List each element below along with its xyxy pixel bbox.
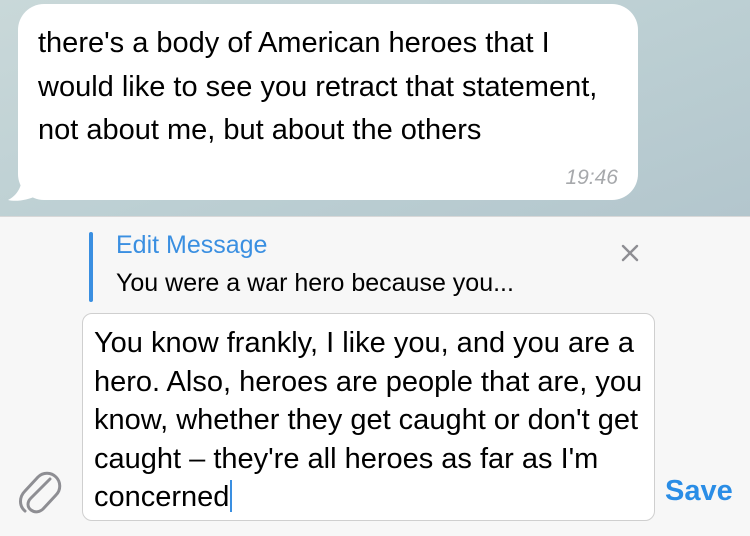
message-bubble[interactable]: there's a body of American heroes that I… [18, 4, 638, 200]
message-input[interactable]: You know frankly, I like you, and you ar… [82, 313, 655, 521]
message-text: there's a body of American heroes that I… [38, 27, 598, 146]
message-timestamp: 19:46 [565, 166, 618, 189]
text-caret [230, 480, 233, 512]
edit-indicator-bar [89, 232, 93, 302]
message-input-text: You know frankly, I like you, and you ar… [94, 327, 643, 513]
attach-button[interactable] [16, 465, 62, 515]
edit-message-title: Edit Message [116, 231, 268, 259]
chat-area: there's a body of American heroes that I… [0, 0, 750, 216]
composer-panel: Edit Message You were a war hero because… [0, 216, 750, 536]
edit-message-preview: You were a war hero because you... [116, 269, 514, 297]
cancel-edit-button[interactable] [616, 239, 644, 267]
close-icon [621, 244, 639, 262]
paperclip-icon [19, 471, 62, 514]
chat-screen: there's a body of American heroes that I… [0, 0, 750, 536]
save-button[interactable]: Save [665, 475, 733, 508]
